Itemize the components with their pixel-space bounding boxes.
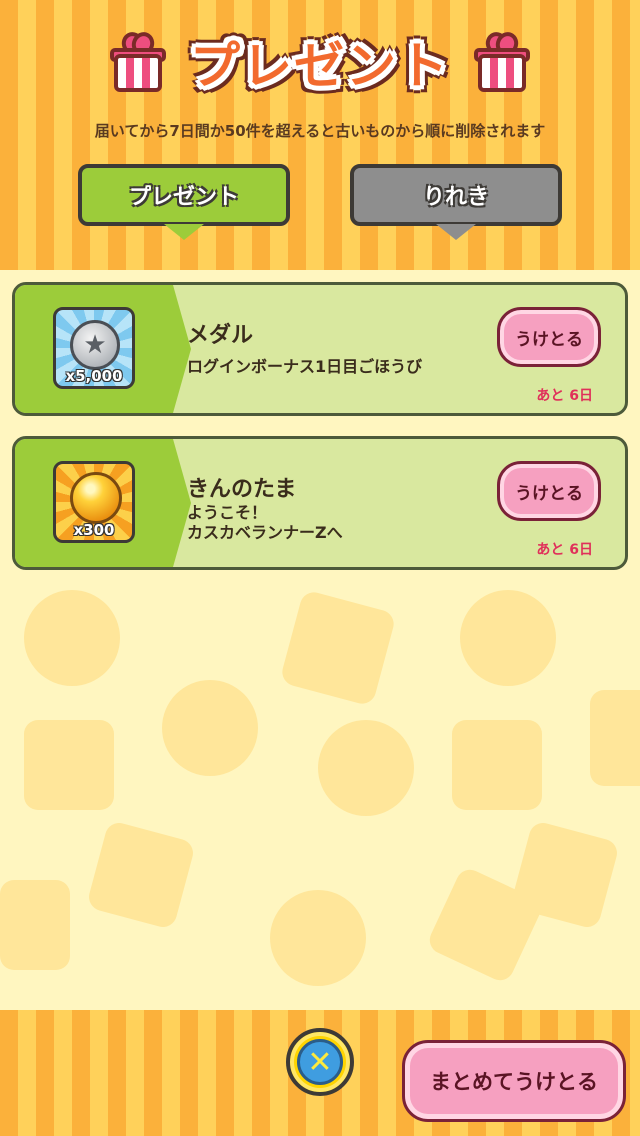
gift-icon [474,32,530,92]
item-description: ようこそ！ [187,503,268,522]
receive-button[interactable]: うけとる [497,307,601,367]
remaining-days: あと 6日 [536,542,593,558]
deletion-notice: 届いてから7日間か50件を超えると古いものから順に削除されます [94,122,546,140]
item-quantity: x300 [73,521,115,539]
gold-ball-icon: x300 [53,461,135,543]
medal-icon: ★ x5,000 [53,307,135,389]
close-icon: ✕ [297,1039,343,1085]
tab-label: プレゼント [128,185,239,210]
receive-button[interactable]: うけとる [497,461,601,521]
item-description: カスカベランナーZへ [187,523,343,542]
header: プレゼント [0,22,640,102]
receive-all-label: まとめてうけとる [430,1070,598,1094]
page-title: プレゼント [190,37,450,95]
item-description: ログインボーナス1日目ごほうび [187,357,423,376]
gift-icon [110,32,166,92]
present-card: ★ x5,000 メダル ログインボーナス1日目ごほうび うけとる あと 6日 [12,282,628,416]
item-name: きんのたま [187,477,297,502]
remaining-days: あと 6日 [536,388,593,404]
close-button[interactable]: ✕ [286,1028,354,1096]
receive-button-label: うけとる [515,329,583,350]
item-name: メダル [187,323,254,348]
tab-present[interactable]: プレゼント [78,164,290,240]
item-quantity: x5,000 [65,367,123,385]
receive-button-label: うけとる [515,483,583,504]
receive-all-button[interactable]: まとめてうけとる [402,1040,626,1122]
tab-label: りれき [422,185,489,210]
tab-history[interactable]: りれき [350,164,562,240]
present-card: x300 きんのたま ようこそ！ カスカベランナーZへ うけとる あと 6日 [12,436,628,570]
